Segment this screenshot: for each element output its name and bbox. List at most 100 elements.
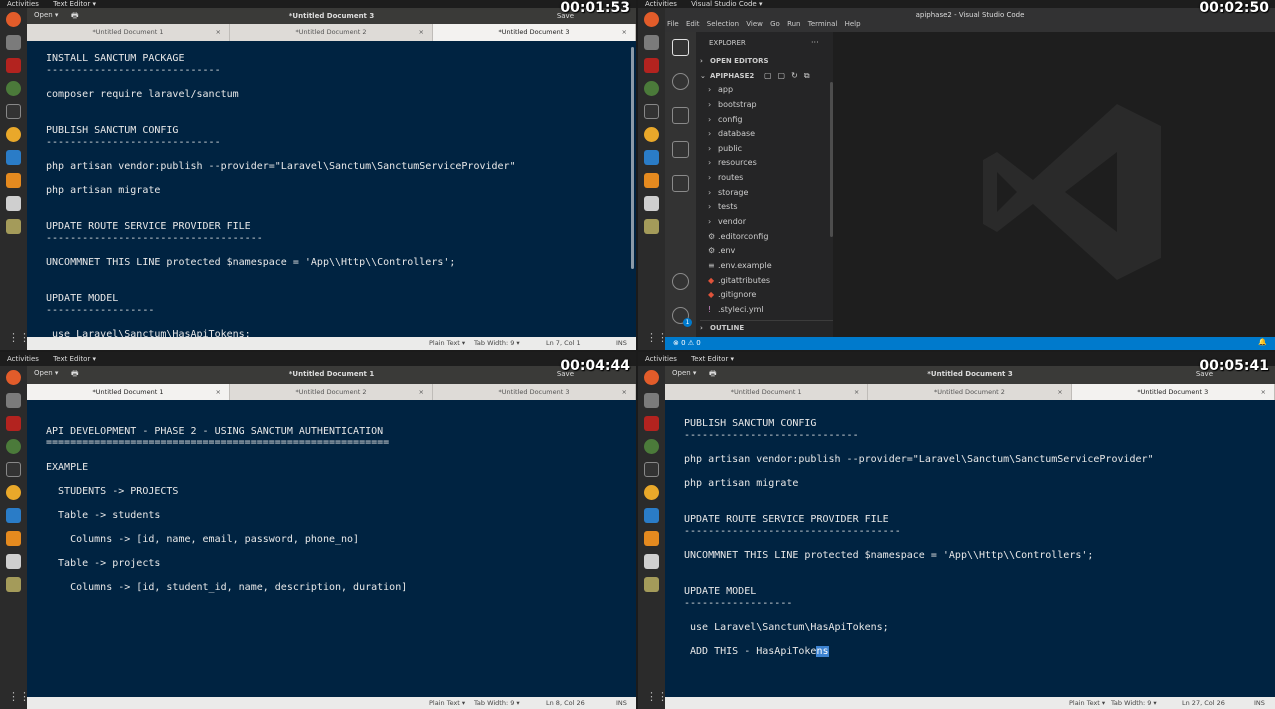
tab-document-2[interactable]: *Untitled Document 2 × bbox=[230, 24, 433, 41]
vscode-icon[interactable] bbox=[644, 150, 659, 165]
text-editor-icon[interactable] bbox=[6, 196, 21, 211]
close-tab-icon[interactable]: × bbox=[419, 384, 424, 401]
editor-area[interactable] bbox=[833, 32, 1275, 337]
file-editorconfig[interactable]: ⚙ .editorconfig bbox=[708, 230, 833, 244]
folder-database[interactable]: › database bbox=[708, 127, 833, 141]
folder-bootstrap[interactable]: › bootstrap bbox=[708, 98, 833, 112]
app-globe-icon[interactable] bbox=[644, 439, 659, 454]
explorer-more-icon[interactable]: ··· bbox=[811, 36, 833, 50]
activities-button[interactable]: Activities bbox=[7, 355, 39, 363]
folder-tests[interactable]: › tests bbox=[708, 200, 833, 214]
files-icon[interactable] bbox=[644, 35, 659, 50]
files-icon[interactable] bbox=[6, 35, 21, 50]
close-tab-icon[interactable]: × bbox=[216, 24, 221, 41]
firefox-icon[interactable] bbox=[6, 370, 21, 385]
close-tab-icon[interactable]: × bbox=[1057, 384, 1062, 401]
app-menu[interactable]: Text Editor ▾ bbox=[53, 0, 96, 8]
file-gitattributes[interactable]: ◆ .gitattributes bbox=[708, 274, 833, 288]
tab-width-selector[interactable]: Tab Width: 9 ▾ bbox=[474, 699, 520, 707]
folder-routes[interactable]: › routes bbox=[708, 171, 833, 185]
tab-document-1[interactable]: *Untitled Document 1 × bbox=[665, 384, 869, 401]
sublime-icon[interactable] bbox=[6, 173, 21, 188]
app-globe-icon[interactable] bbox=[6, 81, 21, 96]
image-viewer-icon[interactable] bbox=[644, 219, 659, 234]
outline-section[interactable]: › OUTLINE bbox=[700, 320, 833, 334]
tab-document-1[interactable]: *Untitled Document 1 × bbox=[27, 384, 230, 400]
files-icon[interactable] bbox=[644, 393, 659, 408]
chrome-icon[interactable] bbox=[6, 127, 21, 142]
open-editors-section[interactable]: › OPEN EDITORS bbox=[700, 54, 833, 68]
firefox-icon[interactable] bbox=[6, 12, 21, 27]
close-tab-icon[interactable]: × bbox=[622, 24, 627, 41]
file-env-example[interactable]: ≡ .env.example bbox=[708, 259, 833, 273]
app-menu[interactable]: Text Editor ▾ bbox=[53, 355, 96, 363]
activities-button[interactable]: Activities bbox=[7, 0, 39, 8]
text-editor-icon[interactable] bbox=[6, 554, 21, 569]
search-icon[interactable] bbox=[672, 73, 689, 90]
tab-document-3[interactable]: *Untitled Document 3 × bbox=[433, 24, 636, 41]
folder-resources[interactable]: › resources bbox=[708, 156, 833, 170]
explorer-icon[interactable] bbox=[672, 39, 689, 56]
menu-terminal[interactable]: Terminal bbox=[808, 20, 838, 28]
vscode-icon[interactable] bbox=[644, 508, 659, 523]
firefox-icon[interactable] bbox=[644, 12, 659, 27]
app-globe-icon[interactable] bbox=[644, 81, 659, 96]
syntax-selector[interactable]: Plain Text ▾ bbox=[429, 339, 465, 347]
chrome-icon[interactable] bbox=[6, 485, 21, 500]
tab-width-selector[interactable]: Tab Width: 9 ▾ bbox=[1111, 699, 1157, 707]
tab-width-selector[interactable]: Tab Width: 9 ▾ bbox=[474, 339, 520, 347]
image-viewer-icon[interactable] bbox=[6, 219, 21, 234]
text-editor-area[interactable]: PUBLISH SANCTUM CONFIG -----------------… bbox=[665, 400, 1275, 697]
sublime-icon[interactable] bbox=[6, 531, 21, 546]
terminal-icon[interactable] bbox=[6, 104, 21, 119]
tab-document-3[interactable]: *Untitled Document 3 × bbox=[433, 384, 636, 400]
image-viewer-icon[interactable] bbox=[6, 577, 21, 592]
menu-selection[interactable]: Selection bbox=[707, 20, 739, 28]
folder-vendor[interactable]: › vendor bbox=[708, 215, 833, 229]
tab-document-2[interactable]: *Untitled Document 2 × bbox=[230, 384, 433, 400]
folder-storage[interactable]: › storage bbox=[708, 186, 833, 200]
terminal-icon[interactable] bbox=[6, 462, 21, 477]
text-editor-icon[interactable] bbox=[644, 554, 659, 569]
activities-button[interactable]: Activities bbox=[645, 0, 677, 8]
cursor-position[interactable]: Ln 8, Col 26 bbox=[546, 699, 585, 707]
problems-indicator[interactable]: ⊗ 0 ⚠ 0 bbox=[673, 339, 701, 347]
chrome-icon[interactable] bbox=[644, 127, 659, 142]
folder-app[interactable]: › app bbox=[708, 83, 833, 97]
close-tab-icon[interactable]: × bbox=[419, 24, 424, 41]
text-editor-area[interactable]: API DEVELOPMENT - PHASE 2 - USING SANCTU… bbox=[27, 400, 636, 697]
cursor-position[interactable]: Ln 7, Col 1 bbox=[546, 339, 581, 347]
syntax-selector[interactable]: Plain Text ▾ bbox=[1069, 699, 1105, 707]
tab-document-2[interactable]: *Untitled Document 2 × bbox=[868, 384, 1072, 401]
extensions-icon[interactable] bbox=[672, 175, 689, 192]
filezilla-icon[interactable] bbox=[644, 58, 659, 73]
folder-config[interactable]: › config bbox=[708, 113, 833, 127]
folder-public[interactable]: › public bbox=[708, 142, 833, 156]
menu-file[interactable]: File bbox=[667, 20, 679, 28]
menu-view[interactable]: View bbox=[746, 20, 763, 28]
notifications-bell-icon[interactable]: 🔔 bbox=[1258, 338, 1267, 346]
terminal-icon[interactable] bbox=[644, 104, 659, 119]
menu-help[interactable]: Help bbox=[845, 20, 861, 28]
filezilla-icon[interactable] bbox=[6, 416, 21, 431]
syntax-selector[interactable]: Plain Text ▾ bbox=[429, 699, 465, 707]
account-icon[interactable] bbox=[672, 273, 689, 290]
file-gitignore[interactable]: ◆ .gitignore bbox=[708, 288, 833, 302]
explorer-actions[interactable]: ▢▢↻⧉ bbox=[764, 69, 833, 83]
sublime-icon[interactable] bbox=[644, 173, 659, 188]
close-tab-icon[interactable]: × bbox=[854, 384, 859, 401]
files-icon[interactable] bbox=[6, 393, 21, 408]
text-editor-area[interactable]: INSTALL SANCTUM PACKAGE ----------------… bbox=[27, 41, 636, 340]
menu-edit[interactable]: Edit bbox=[686, 20, 700, 28]
filezilla-icon[interactable] bbox=[6, 58, 21, 73]
vscode-icon[interactable] bbox=[6, 508, 21, 523]
sublime-icon[interactable] bbox=[644, 531, 659, 546]
editor-scrollbar[interactable] bbox=[631, 47, 634, 269]
close-tab-icon[interactable]: × bbox=[216, 384, 221, 401]
terminal-icon[interactable] bbox=[644, 462, 659, 477]
cursor-position[interactable]: Ln 27, Col 26 bbox=[1182, 699, 1225, 707]
menu-run[interactable]: Run bbox=[787, 20, 800, 28]
menu-go[interactable]: Go bbox=[770, 20, 780, 28]
selected-text[interactable]: ns bbox=[816, 646, 829, 657]
file-env[interactable]: ⚙ .env bbox=[708, 244, 833, 258]
